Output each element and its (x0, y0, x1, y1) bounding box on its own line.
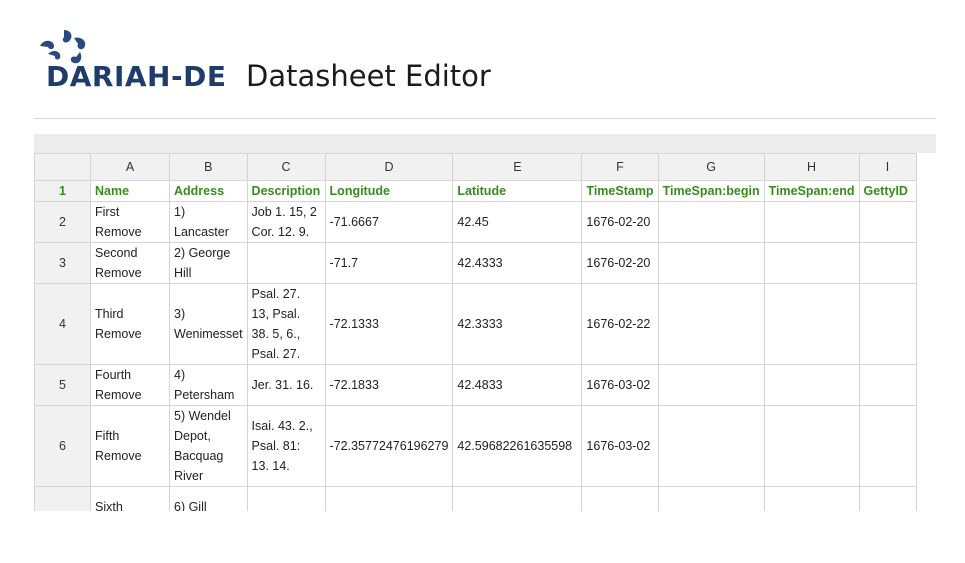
cell[interactable] (763, 486, 860, 511)
cell[interactable] (763, 242, 860, 284)
cell[interactable]: 42.4333 (452, 242, 583, 284)
cell[interactable] (657, 242, 765, 284)
column-header-row: A B C D E F G H I (34, 153, 917, 181)
table-row: 6 Fifth Remove 5) Wendel Depot, Bacquag … (34, 405, 917, 487)
cell[interactable]: -72.1333 (324, 283, 454, 365)
cell[interactable] (858, 242, 917, 284)
grid-corner (34, 153, 91, 181)
cell[interactable] (763, 364, 860, 406)
app-header: DARIAH-DE Datasheet Editor (34, 28, 914, 108)
row-number[interactable]: 5 (34, 364, 91, 406)
data-table: A B C D E F G H I 1 Name Address Descrip… (34, 153, 917, 511)
cell[interactable]: 42.59682261635598 (452, 405, 583, 487)
cell[interactable]: 1676-02-20 (581, 201, 659, 243)
table-row: Sixth 6) Gill (34, 486, 917, 511)
row-number[interactable]: 4 (34, 283, 91, 365)
cell[interactable]: 5) Wendel Depot, Bacquag River (169, 405, 248, 487)
cell[interactable] (657, 283, 765, 365)
cell[interactable] (452, 486, 583, 511)
cell[interactable]: 42.4833 (452, 364, 583, 406)
row-number[interactable]: 1 (34, 180, 91, 202)
row-number[interactable]: 3 (34, 242, 91, 284)
app-title: Datasheet Editor (246, 59, 491, 93)
cell[interactable]: Sixth (90, 486, 170, 511)
cell[interactable] (324, 486, 454, 511)
cell[interactable] (763, 405, 860, 487)
cell[interactable]: GettyID (858, 180, 917, 202)
cell[interactable]: Name (90, 180, 170, 202)
cell[interactable]: 3) Wenimesset (169, 283, 248, 365)
column-header[interactable]: C (246, 153, 326, 181)
cell[interactable] (858, 486, 917, 511)
cell[interactable] (657, 405, 765, 487)
cell[interactable]: TimeSpan:end (763, 180, 860, 202)
cell[interactable] (657, 364, 765, 406)
cell[interactable]: 1676-03-02 (581, 364, 659, 406)
cell[interactable] (858, 405, 917, 487)
column-header[interactable]: A (90, 153, 170, 181)
grid-right-gutter (918, 153, 936, 511)
cell[interactable] (246, 242, 326, 284)
cell[interactable] (858, 283, 917, 365)
cell[interactable]: Psal. 27. 13, Psal. 38. 5, 6., Psal. 27. (246, 283, 326, 365)
spreadsheet-grid[interactable]: A B C D E F G H I 1 Name Address Descrip… (34, 153, 918, 511)
cell[interactable]: 42.45 (452, 201, 583, 243)
table-row: 4 Third Remove 3) Wenimesset Psal. 27. 1… (34, 283, 917, 365)
cell[interactable] (657, 486, 765, 511)
cell[interactable] (763, 201, 860, 243)
cell[interactable]: 4) Petersham (169, 364, 248, 406)
cell[interactable] (763, 283, 860, 365)
table-row: 3 Second Remove 2) George Hill -71.7 42.… (34, 242, 917, 284)
column-header[interactable]: B (169, 153, 248, 181)
row-number[interactable]: 2 (34, 201, 91, 243)
cell[interactable]: Jer. 31. 16. (246, 364, 326, 406)
cell[interactable]: TimeStamp (581, 180, 659, 202)
cell[interactable]: TimeSpan:begin (657, 180, 765, 202)
cell[interactable]: 6) Gill (169, 486, 248, 511)
cell[interactable]: 1676-02-22 (581, 283, 659, 365)
cell[interactable]: Fourth Remove (90, 364, 170, 406)
cell[interactable]: Second Remove (90, 242, 170, 284)
cell[interactable]: Job 1. 15, 2 Cor. 12. 9. (246, 201, 326, 243)
cell[interactable]: Fifth Remove (90, 405, 170, 487)
cell[interactable]: 1) Lancaster (169, 201, 248, 243)
cell[interactable]: 2) George Hill (169, 242, 248, 284)
table-row: 1 Name Address Description Longitude Lat… (34, 180, 917, 202)
column-header[interactable]: D (324, 153, 454, 181)
table-row: 5 Fourth Remove 4) Petersham Jer. 31. 16… (34, 364, 917, 406)
cell[interactable] (858, 201, 917, 243)
cell[interactable]: Latitude (452, 180, 583, 202)
cell[interactable]: -71.6667 (324, 201, 454, 243)
row-number[interactable] (34, 486, 91, 511)
cell[interactable]: Longitude (324, 180, 454, 202)
cell[interactable]: Isai. 43. 2., Psal. 81: 13. 14. (246, 405, 326, 487)
toolbar-strip (34, 134, 936, 153)
cell[interactable]: Third Remove (90, 283, 170, 365)
cell[interactable] (858, 364, 917, 406)
cell[interactable]: -72.1833 (324, 364, 454, 406)
column-header[interactable]: H (763, 153, 860, 181)
row-number[interactable]: 6 (34, 405, 91, 487)
cell[interactable]: -71.7 (324, 242, 454, 284)
table-row: 2 First Remove 1) Lancaster Job 1. 15, 2… (34, 201, 917, 243)
column-header[interactable]: G (657, 153, 765, 181)
cell[interactable]: Address (169, 180, 248, 202)
cell[interactable]: -72.35772476196279 (324, 405, 454, 487)
cell[interactable]: 1676-03-02 (581, 405, 659, 487)
cell[interactable]: First Remove (90, 201, 170, 243)
column-header[interactable]: E (452, 153, 583, 181)
brand-name: DARIAH-DE (46, 60, 227, 93)
column-header[interactable]: I (858, 153, 917, 181)
column-header[interactable]: F (581, 153, 659, 181)
header-divider (34, 118, 936, 119)
cell[interactable]: 42.3333 (452, 283, 583, 365)
cell[interactable] (246, 486, 326, 511)
cell[interactable]: 1676-02-20 (581, 242, 659, 284)
cell[interactable] (657, 201, 765, 243)
cell[interactable] (581, 486, 659, 511)
cell[interactable]: Description (246, 180, 326, 202)
